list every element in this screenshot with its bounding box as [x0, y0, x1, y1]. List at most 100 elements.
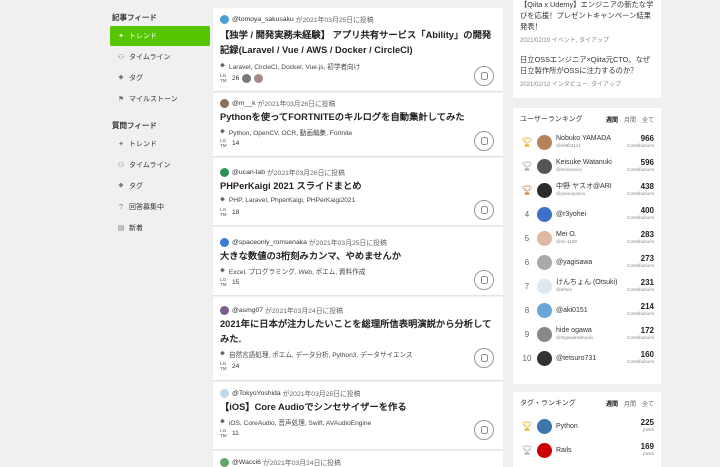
avatar — [254, 74, 264, 84]
ranking-row[interactable]: 5 Mei O. @mi-1109 283 Contributions — [520, 226, 654, 250]
news-item-title[interactable]: 【Qiita x Udemy】エンジニアの新たな学びを応援！プレゼントキャンペー… — [520, 0, 654, 32]
tag-list[interactable]: PHP, Laravel, PhperKaigi, PHPerKaigi2021 — [229, 197, 355, 204]
article-title[interactable]: 大きな数値の3桁刻みカンマ、やめませんか — [220, 249, 492, 264]
lgtm-icon: LG TM — [220, 361, 227, 371]
ranking-row[interactable]: 🏆︎ Python 225 posts — [520, 414, 654, 438]
avatar[interactable] — [220, 14, 229, 24]
sidebar-item-new[interactable]: ▤ 新着 — [110, 218, 210, 238]
avatar[interactable] — [537, 350, 552, 366]
stock-button[interactable] — [474, 66, 494, 86]
ranking-row[interactable]: 🏆︎ Nobuko YAMADA @e99h2121 966 Contributions — [520, 130, 654, 154]
stock-button[interactable] — [474, 348, 494, 368]
tag-list[interactable]: iOS, CoreAudio, 音声処理, Swift, AVAudioEngi… — [229, 417, 371, 427]
avatar[interactable] — [220, 388, 229, 398]
author-link[interactable]: @asmg07 — [232, 307, 263, 314]
stock-button[interactable] — [474, 200, 494, 220]
ranking-row[interactable]: 🏆︎ 中野 ヤスオ@ARI @yasuoyasuo 438 Contributions — [520, 178, 654, 202]
entry-score: 169 posts — [641, 443, 654, 457]
avatar[interactable] — [537, 254, 552, 270]
ranking-row[interactable]: 8 @aki0151 214 Contributions — [520, 298, 654, 322]
avatar[interactable] — [537, 230, 552, 246]
period-all-tab[interactable]: 全て — [642, 115, 654, 124]
article-title[interactable]: PHPerKaigi 2021 スライドまとめ — [220, 179, 492, 194]
avatar[interactable] — [220, 457, 229, 467]
article-title[interactable]: 【iOS】Core Audioでシンセサイザーを作る — [220, 400, 492, 415]
ranking-row[interactable]: 4 @r3yohei 400 Contributions — [520, 202, 654, 226]
stock-button[interactable] — [474, 420, 494, 440]
avatar[interactable] — [220, 98, 229, 108]
avatar[interactable] — [537, 182, 552, 198]
tag-list[interactable]: Python, OpenCV, OCR, 動画編集, Fortnite — [229, 127, 352, 137]
avatar[interactable] — [537, 158, 552, 174]
ranking-entry: Rails — [556, 447, 641, 454]
author-link[interactable]: @m__k — [232, 100, 256, 107]
entry-name[interactable]: Nobuko YAMADA — [556, 135, 627, 142]
entry-name[interactable]: @aki0151 — [556, 307, 627, 314]
news-item-title[interactable]: 日立OSSエンジニア×Qiita元CTO。なぜ日立製作所がOSSに注力するのか？ — [520, 54, 654, 76]
avatar[interactable] — [220, 237, 229, 247]
trophy-icon: 🏆︎ — [521, 444, 533, 455]
period-monthly-tab[interactable]: 月間 — [624, 115, 636, 124]
avatar[interactable] — [537, 302, 552, 318]
article-title[interactable]: 【独学 / 開発実務未経験】 アプリ共有サービス「Ability」の開発記録(L… — [220, 28, 492, 58]
post-date: が2021年03月26日に投稿 — [266, 170, 345, 177]
avatar[interactable] — [537, 206, 552, 222]
entry-name[interactable]: 中野 ヤスオ@ARI — [556, 183, 627, 190]
sidebar-item-question-trend[interactable]: ✦ トレンド — [110, 134, 210, 154]
author-link[interactable]: @ucan-lab — [232, 169, 265, 176]
avatar[interactable] — [537, 418, 552, 434]
ranking-row[interactable]: 🏆︎ Rails 169 posts — [520, 438, 654, 462]
author-link[interactable]: @TokyoYoshida — [232, 390, 281, 397]
sidebar-item-article-timeline[interactable]: ⚇ タイムライン — [110, 47, 210, 67]
stock-icon — [480, 276, 488, 284]
entry-name[interactable]: @r3yohei — [556, 211, 627, 218]
avatar[interactable] — [537, 442, 552, 458]
score-unit: Contributions — [626, 335, 654, 340]
ranking-row[interactable]: 6 @yagisawa 273 Contributions — [520, 250, 654, 274]
entry-name[interactable]: けんちょん (Otsuki) — [556, 279, 627, 286]
sidebar-item-question-tag[interactable]: ⬥ タグ — [110, 176, 210, 196]
sidebar-item-article-tag[interactable]: ⬥ タグ — [110, 68, 210, 88]
lgtm-icon: LG TM — [220, 73, 227, 83]
sidebar-item-question-timeline[interactable]: ⚇ タイムライン — [110, 155, 210, 175]
ranking-entry: けんちょん (Otsuki) @drken — [556, 279, 627, 293]
ranking-row[interactable]: 7 けんちょん (Otsuki) @drken 231 Contributions — [520, 274, 654, 298]
sidebar-item-milestone[interactable]: ⚑ マイルストーン — [110, 89, 210, 109]
entry-name[interactable]: Rails — [556, 447, 641, 454]
entry-name[interactable]: @tetsuro731 — [556, 355, 627, 362]
tag-list[interactable]: Laravel, CircleCI, Docker, Vue.js, 初学者向け — [229, 61, 360, 71]
avatar[interactable] — [220, 167, 229, 177]
avatar[interactable] — [220, 305, 229, 315]
lgtm-icon: LG TM — [220, 277, 227, 287]
entry-name[interactable]: @yagisawa — [556, 259, 627, 266]
stock-button[interactable] — [474, 131, 494, 151]
entry-name[interactable]: Keisuke Watanuki — [556, 159, 627, 166]
entry-name[interactable]: Python — [556, 423, 641, 430]
ranking-row[interactable]: 10 @tetsuro731 160 Contributions — [520, 346, 654, 370]
stock-button[interactable] — [474, 270, 494, 290]
article-title[interactable]: 2021年に日本が注力したいことを総理所信表明演説から分析してみた. — [220, 317, 492, 347]
author-link[interactable]: @tomoya_sakusaku — [232, 16, 294, 23]
entry-name[interactable]: Mei O. — [556, 231, 627, 238]
avatar[interactable] — [537, 134, 552, 150]
period-monthly-tab[interactable]: 月間 — [624, 399, 636, 408]
tag-list[interactable]: Excel, プログラミング, Web, ポエム, 資料作成 — [229, 266, 366, 276]
period-weekly-tab[interactable]: 週間 — [606, 399, 618, 408]
sidebar-item-awaiting-answers[interactable]: ? 回答募集中 — [110, 197, 210, 217]
post-date: が2021年03月24日に投稿 — [262, 460, 341, 467]
ranking-row[interactable]: 9 hide ogawa @OgawaHideyuki 172 Contribution… — [520, 322, 654, 346]
author-link[interactable]: @Wacci6 — [232, 459, 261, 466]
ranking-title: タグ・ランキング — [520, 400, 576, 407]
author-link[interactable]: @spaceonly_romsenaka — [232, 239, 307, 246]
tag-list[interactable]: 自然言語処理, ポエム, データ分析, Python3, データサイエンス — [229, 349, 413, 359]
avatar[interactable] — [537, 278, 552, 294]
ranking-row[interactable]: 🏆︎ Keisuke Watanuki @knoxxxxxx 596 Contribut… — [520, 154, 654, 178]
article-title[interactable]: Pythonを使ってFORTNITEのキルログを自動集計してみた — [220, 110, 492, 125]
avatar[interactable] — [537, 326, 552, 342]
period-weekly-tab[interactable]: 週間 — [606, 115, 618, 124]
entry-name[interactable]: hide ogawa — [556, 327, 627, 334]
lgtm-value: 18 — [232, 209, 240, 217]
period-all-tab[interactable]: 全て — [642, 399, 654, 408]
sidebar-item-article-trend[interactable]: ✦ トレンド — [110, 26, 210, 46]
trophy-icon: 🏆︎ — [521, 136, 533, 147]
